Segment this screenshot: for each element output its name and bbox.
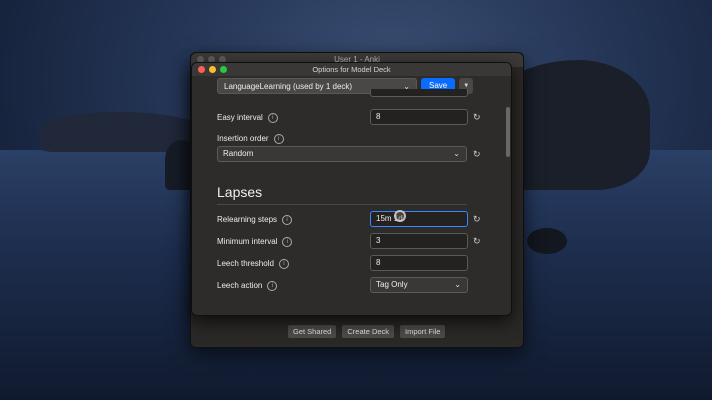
- section-divider: [217, 204, 467, 205]
- leech-action-select[interactable]: Tag Only ⌄: [370, 277, 468, 293]
- info-icon[interactable]: i: [273, 134, 284, 144]
- easy-interval-row: Easy interval i 8 ↻: [217, 109, 481, 127]
- reset-icon[interactable]: ↻: [473, 149, 481, 160]
- info-icon[interactable]: i: [282, 237, 293, 247]
- leech-action-label: Leech action: [217, 281, 263, 291]
- info-icon[interactable]: i: [282, 215, 293, 225]
- leech-threshold-row: Leech threshold i 8: [217, 255, 468, 273]
- mouse-cursor: [394, 210, 406, 222]
- partial-field[interactable]: [370, 89, 468, 97]
- reset-icon[interactable]: ↻: [473, 214, 481, 225]
- get-shared-button[interactable]: Get Shared: [287, 324, 338, 339]
- relearning-steps-row: Relearning steps i 15m 1d ↻: [217, 211, 481, 229]
- leech-action-value: Tag Only: [376, 280, 408, 289]
- island-rock: [527, 228, 567, 254]
- chevron-down-icon: ⌄: [453, 149, 460, 158]
- options-window-title: Options for Model Deck: [312, 65, 391, 74]
- import-file-button[interactable]: Import File: [399, 324, 447, 339]
- close-window-button[interactable]: [198, 66, 205, 73]
- window-controls: [198, 66, 227, 73]
- info-icon[interactable]: i: [278, 259, 289, 269]
- minimum-interval-row: Minimum interval i 3 ↻: [217, 233, 481, 251]
- leech-threshold-label: Leech threshold: [217, 259, 274, 269]
- options-content: Easy interval i 8 ↻ Insertion order i Rand…: [192, 89, 511, 315]
- info-icon[interactable]: i: [267, 281, 278, 291]
- easy-interval-label: Easy interval: [217, 113, 263, 123]
- info-icon[interactable]: i: [267, 113, 278, 123]
- leech-action-row: Leech action i Tag Only ⌄: [217, 277, 468, 295]
- reset-icon[interactable]: ↻: [473, 112, 481, 123]
- chevron-down-icon: ⌄: [454, 280, 461, 289]
- insertion-order-select[interactable]: Random ⌄: [217, 146, 467, 162]
- options-window: Options for Model Deck LanguageLearning …: [191, 62, 512, 316]
- preset-select-value: LanguageLearning (used by 1 deck): [224, 82, 353, 91]
- lapses-heading: Lapses: [217, 184, 263, 200]
- insertion-order-label: Insertion order: [217, 134, 269, 144]
- leech-threshold-input[interactable]: 8: [370, 255, 468, 271]
- relearning-steps-label: Relearning steps: [217, 215, 278, 225]
- create-deck-button[interactable]: Create Deck: [341, 324, 396, 339]
- easy-interval-input[interactable]: 8: [370, 109, 468, 125]
- zoom-window-button[interactable]: [220, 66, 227, 73]
- minimize-window-button[interactable]: [209, 66, 216, 73]
- minimum-interval-input[interactable]: 3: [370, 233, 468, 249]
- relearning-steps-input[interactable]: 15m 1d: [370, 211, 468, 227]
- minimum-interval-label: Minimum interval: [217, 237, 278, 247]
- options-titlebar: Options for Model Deck: [192, 63, 511, 76]
- insertion-order-value: Random: [223, 149, 254, 158]
- scrollbar-thumb[interactable]: [506, 107, 510, 157]
- main-bottom-buttons: Get Shared Create Deck Import File: [287, 324, 447, 339]
- reset-icon[interactable]: ↻: [473, 236, 481, 247]
